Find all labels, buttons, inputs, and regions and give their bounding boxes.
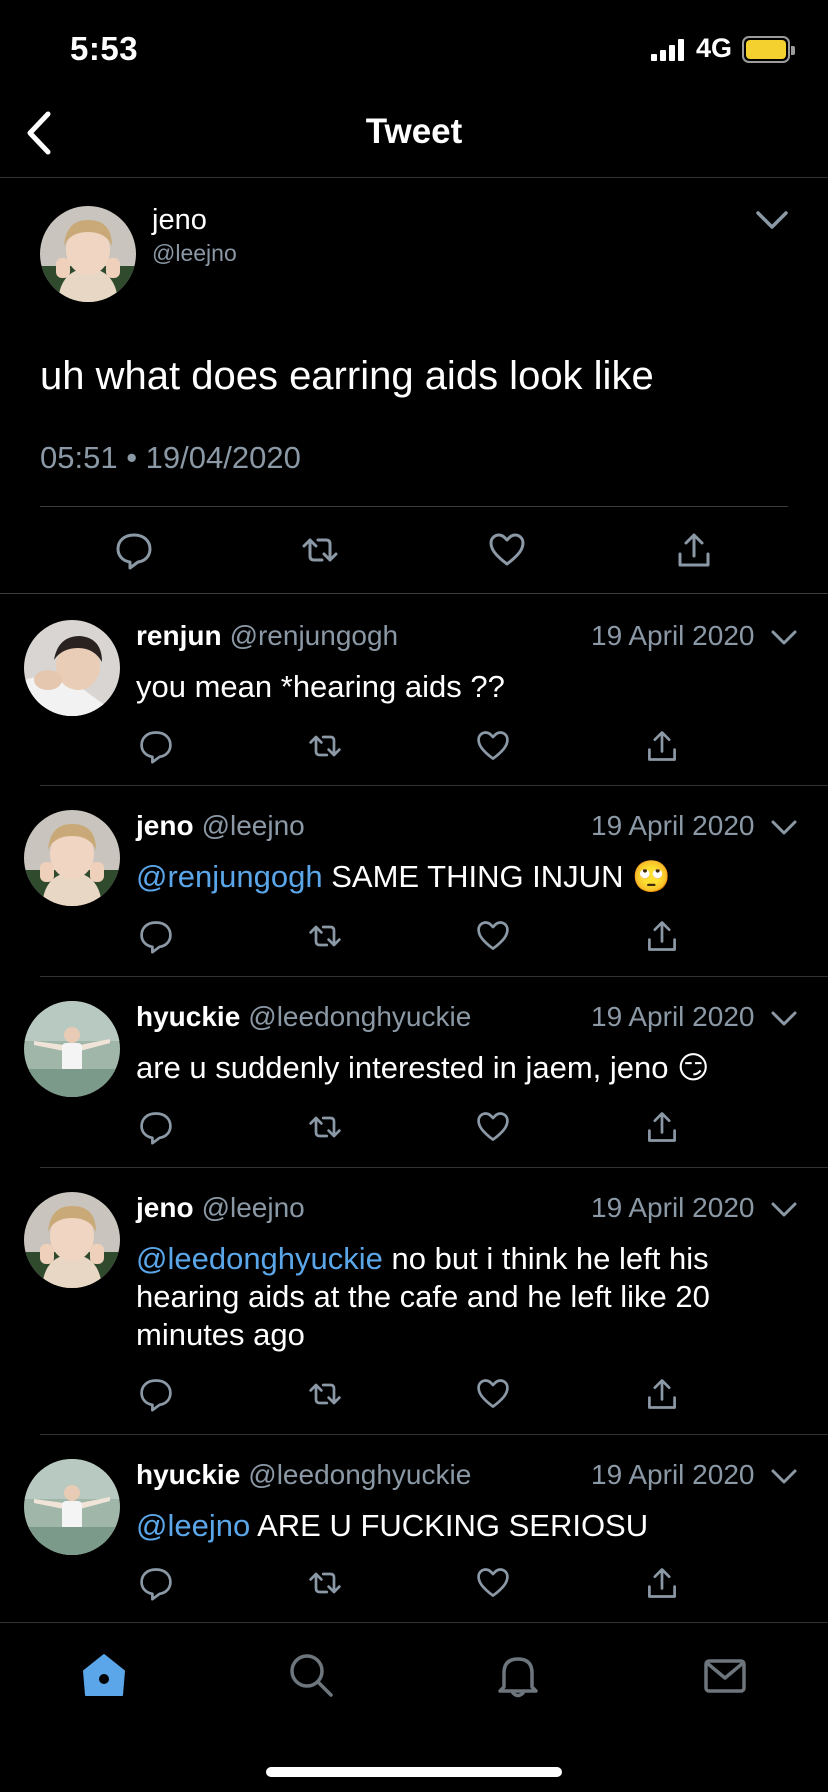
reply-icon[interactable] [138, 1565, 174, 1601]
reply-date: 19 April 2020 [591, 1459, 755, 1490]
reply-text: are u suddenly interested in jaem, jeno … [136, 1050, 710, 1085]
reply-text: you mean *hearing aids ?? [136, 669, 505, 704]
home-icon[interactable] [80, 1651, 128, 1699]
avatar[interactable] [24, 1192, 120, 1288]
mention-link[interactable]: @leejno [136, 1508, 250, 1543]
status-time: 5:53 [70, 30, 139, 67]
reply-item[interactable]: hyuckie @leedonghyuckie 19 April 2020 are… [0, 977, 828, 1168]
tab-bar [0, 1622, 828, 1792]
network-label: 4G [696, 33, 733, 63]
retweet-icon[interactable] [300, 530, 340, 570]
chevron-down-icon[interactable] [770, 628, 798, 648]
like-icon[interactable] [475, 728, 511, 764]
like-icon[interactable] [487, 530, 527, 570]
search-icon[interactable] [287, 1651, 335, 1699]
share-icon[interactable] [674, 530, 714, 570]
author-handle[interactable]: @leedonghyuckie [248, 1459, 471, 1490]
reply-text: @renjungogh SAME THING INJUN 🙄 [136, 859, 671, 894]
mention-link[interactable]: @renjungogh [136, 859, 323, 894]
reply-actions [0, 1565, 828, 1605]
avatar[interactable] [24, 620, 120, 716]
share-icon[interactable] [644, 918, 680, 954]
nav-header: Tweet [0, 100, 828, 178]
chevron-down-icon[interactable] [770, 1200, 798, 1220]
author-handle[interactable]: @leejno [202, 1192, 305, 1223]
reply-icon[interactable] [138, 918, 174, 954]
reply-date: 19 April 2020 [591, 620, 755, 651]
tweet-actions [0, 530, 828, 574]
face-with-rolling-eyes-emoji: 🙄 [632, 859, 671, 894]
author-name[interactable]: jeno [136, 810, 194, 841]
tweet-timestamp: 05:51 • 19/04/2020 [40, 440, 301, 475]
avatar[interactable] [24, 810, 120, 906]
status-bar: 5:53 4G [0, 0, 828, 100]
author-name[interactable]: renjun [136, 620, 222, 651]
like-icon[interactable] [475, 1376, 511, 1412]
author-handle[interactable]: @leedonghyuckie [248, 1001, 471, 1032]
smirking-face-emoji: 😏 [677, 1050, 710, 1085]
reply-item[interactable]: jeno @leejno 19 April 2020 @renjungogh SA… [0, 786, 828, 977]
reply-item[interactable]: renjun @renjungogh 19 April 2020 you mean… [0, 594, 828, 786]
reply-icon[interactable] [138, 1109, 174, 1145]
retweet-icon[interactable] [307, 1376, 343, 1412]
reply-icon[interactable] [114, 530, 154, 570]
reply-date: 19 April 2020 [591, 810, 755, 841]
author-name[interactable]: jeno [152, 204, 207, 237]
share-icon[interactable] [644, 1109, 680, 1145]
reply-date: 19 April 2020 [591, 1192, 755, 1223]
tweet-text: uh what does earring aids look like [40, 354, 654, 398]
author-handle[interactable]: @leejno [202, 810, 305, 841]
reply-actions [0, 728, 828, 768]
reply-actions [0, 918, 828, 958]
chevron-down-icon[interactable] [770, 818, 798, 838]
reply-actions [0, 1109, 828, 1149]
reply-actions [0, 1376, 828, 1416]
retweet-icon[interactable] [307, 918, 343, 954]
home-indicator[interactable] [266, 1767, 562, 1777]
like-icon[interactable] [475, 1109, 511, 1145]
page-title: Tweet [365, 112, 463, 151]
chevron-down-icon[interactable] [754, 208, 790, 232]
like-icon[interactable] [475, 1565, 511, 1601]
retweet-icon[interactable] [307, 728, 343, 764]
battery-icon [742, 36, 795, 63]
share-icon[interactable] [644, 1376, 680, 1412]
chevron-down-icon[interactable] [770, 1009, 798, 1029]
bell-icon[interactable] [494, 1651, 542, 1699]
avatar[interactable] [24, 1001, 120, 1097]
author-handle[interactable]: @leejno [152, 240, 237, 267]
mail-icon[interactable] [701, 1651, 749, 1699]
reply-icon[interactable] [138, 728, 174, 764]
author-name[interactable]: hyuckie [136, 1001, 240, 1032]
reply-icon[interactable] [138, 1376, 174, 1412]
reply-date: 19 April 2020 [591, 1001, 755, 1032]
author-name[interactable]: jeno [136, 1192, 194, 1223]
signal-icon [651, 39, 684, 61]
reply-item[interactable]: jeno @leejno 19 April 2020 @leedonghyucki… [0, 1168, 828, 1435]
main-tweet: jeno @leejno uh what does earring aids l… [0, 178, 828, 594]
reply-item[interactable]: hyuckie @leedonghyuckie 19 April 2020 @le… [0, 1435, 828, 1622]
chevron-down-icon[interactable] [770, 1467, 798, 1487]
divider [40, 506, 788, 507]
retweet-icon[interactable] [307, 1109, 343, 1145]
avatar[interactable] [24, 1459, 120, 1555]
reply-text: @leejno ARE U FUCKING SERIOSU [136, 1508, 649, 1543]
author-name[interactable]: hyuckie [136, 1459, 240, 1490]
like-icon[interactable] [475, 918, 511, 954]
share-icon[interactable] [644, 1565, 680, 1601]
avatar[interactable] [40, 206, 136, 302]
share-icon[interactable] [644, 728, 680, 764]
author-handle[interactable]: @renjungogh [230, 620, 399, 651]
retweet-icon[interactable] [307, 1565, 343, 1601]
reply-text: @leedonghyuckie no but i think he left h… [136, 1241, 710, 1352]
mention-link[interactable]: @leedonghyuckie [136, 1241, 383, 1276]
